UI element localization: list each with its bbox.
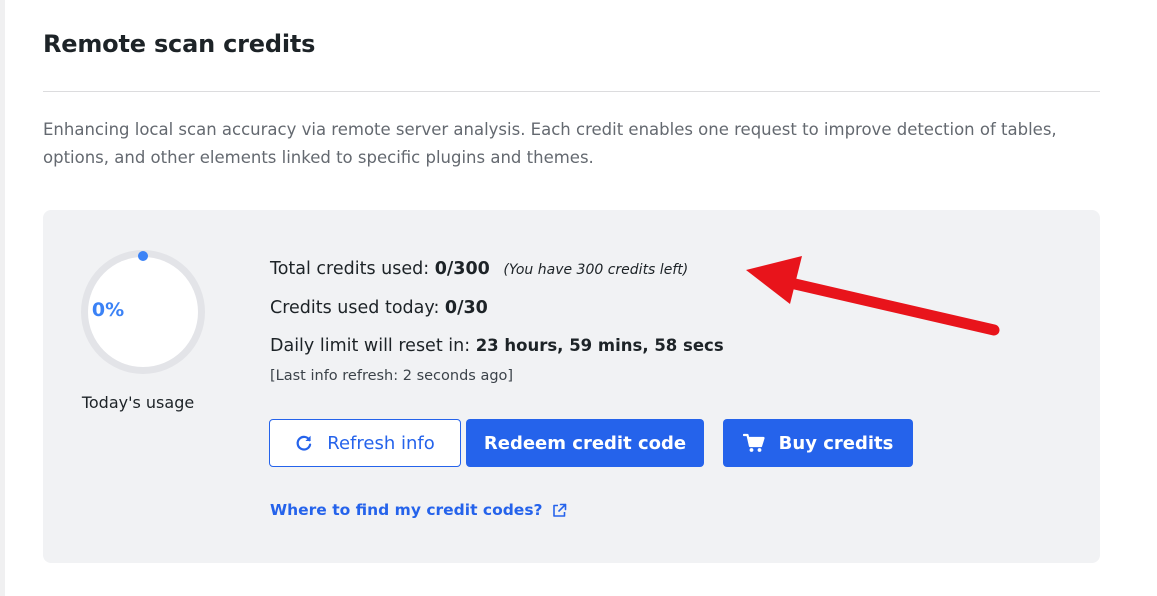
total-credits-value: 0/300: [434, 259, 490, 279]
usage-caption: Today's usage: [81, 393, 195, 412]
credit-stats: Total credits used: 0/300 (You have 300 …: [270, 250, 724, 365]
gauge-progress-dot: [138, 251, 148, 261]
refresh-icon: [296, 435, 312, 451]
last-refresh-note: [Last info refresh: 2 seconds ago]: [270, 368, 514, 384]
help-link-label: Where to find my credit codes?: [270, 501, 543, 519]
buy-credits-label: Buy credits: [778, 432, 894, 454]
page-title: Remote scan credits: [43, 30, 316, 58]
usage-percent: 0%: [91, 299, 125, 321]
today-credits-label: Credits used today:: [270, 298, 440, 318]
reset-countdown: 23 hours, 59 mins, 58 secs: [475, 336, 724, 355]
redeem-label: Redeem credit code: [483, 432, 687, 454]
left-rail: [0, 0, 5, 596]
refresh-info-label: Refresh info: [327, 432, 435, 454]
buy-credits-button[interactable]: Buy credits: [723, 419, 913, 467]
section-description: Enhancing local scan accuracy via remote…: [43, 120, 1057, 167]
external-link-icon: [552, 503, 566, 517]
divider: [43, 91, 1100, 92]
redeem-credit-code-button[interactable]: Redeem credit code: [466, 419, 704, 467]
refresh-info-button[interactable]: Refresh info: [269, 419, 461, 467]
credit-codes-help-link[interactable]: Where to find my credit codes?: [270, 501, 567, 519]
total-credits-line: Total credits used: 0/300 (You have 300 …: [270, 250, 724, 289]
total-credits-label: Total credits used:: [270, 259, 430, 279]
today-credits-value: 0/30: [444, 298, 488, 318]
credits-left-note: (You have 300 credits left): [503, 262, 689, 278]
reset-label: Daily limit will reset in:: [270, 336, 471, 356]
cart-icon: [742, 433, 765, 452]
today-credits-line: Credits used today: 0/30: [270, 289, 724, 327]
credits-panel: 0% Today's usage Total credits used: 0/3…: [43, 210, 1100, 563]
reset-line: Daily limit will reset in: 23 hours, 59 …: [270, 327, 724, 365]
